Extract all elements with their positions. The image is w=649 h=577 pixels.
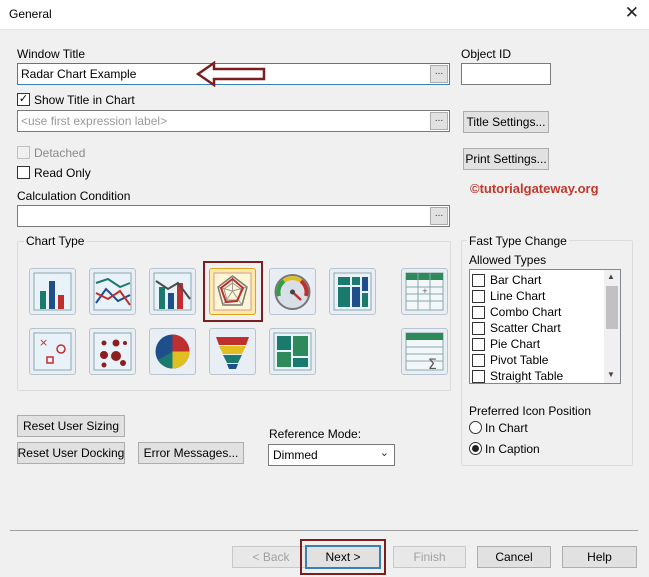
pie-chart-icon[interactable] (149, 328, 196, 375)
list-item-checkbox[interactable] (472, 321, 485, 335)
show-title-label: Show Title in Chart (34, 93, 135, 107)
gauge-chart-icon[interactable] (269, 268, 316, 315)
reference-mode-value: Dimmed (273, 448, 318, 462)
preferred-icon-position-label: Preferred Icon Position (469, 404, 592, 418)
title-expression-input[interactable]: <use first expression label> (17, 110, 450, 132)
read-only-checkbox[interactable] (17, 166, 30, 179)
list-item[interactable]: Straight Table (472, 368, 563, 384)
in-chart-radio[interactable] (469, 421, 482, 434)
bar-chart-icon[interactable] (29, 268, 76, 315)
allowed-types-list[interactable]: Bar Chart Line Chart Combo Chart Scatter… (469, 269, 621, 384)
finish-button[interactable]: Finish (393, 546, 466, 568)
list-item[interactable]: Pivot Table (472, 352, 548, 368)
straight-table-icon[interactable]: Σ (401, 328, 448, 375)
list-item-label: Pivot Table (490, 353, 549, 367)
reset-user-docking-button[interactable]: Reset User Docking (17, 442, 125, 464)
cancel-button[interactable]: Cancel (477, 546, 551, 568)
window-title-expression-button[interactable]: ... (430, 65, 448, 83)
title-settings-button[interactable]: Title Settings... (463, 111, 549, 133)
object-id-label: Object ID (461, 47, 512, 61)
funnel-chart-icon[interactable] (209, 328, 256, 375)
scroll-thumb[interactable] (606, 286, 618, 329)
help-button[interactable]: Help (562, 546, 637, 568)
fast-type-change-label: Fast Type Change (467, 234, 569, 248)
in-caption-radio[interactable] (469, 442, 482, 455)
radar-chart-icon[interactable] (209, 268, 256, 315)
chevron-down-icon[interactable]: ⌄ (380, 446, 389, 459)
calc-condition-button[interactable]: ... (430, 207, 448, 225)
list-item-label: Scatter Chart (490, 321, 561, 335)
radio-selected-dot (472, 445, 479, 452)
allowed-types-label: Allowed Types (469, 253, 547, 267)
error-messages-button[interactable]: Error Messages... (138, 442, 244, 464)
dialog-title-bar: General ✕ (0, 0, 649, 30)
list-item-checkbox[interactable] (472, 353, 485, 367)
object-id-input[interactable] (461, 63, 551, 85)
list-item[interactable]: Scatter Chart (472, 320, 561, 336)
list-item-checkbox[interactable] (472, 369, 485, 383)
list-item-label: Line Chart (490, 289, 546, 303)
window-title-label: Window Title (17, 47, 86, 61)
print-settings-button[interactable]: Print Settings... (463, 148, 549, 170)
line-chart-icon[interactable] (89, 268, 136, 315)
list-item-label: Straight Table (490, 369, 564, 383)
list-item[interactable]: Pie Chart (472, 336, 540, 352)
window-title-value: Radar Chart Example (21, 67, 137, 81)
list-item-label: Pie Chart (490, 337, 541, 351)
scroll-up-icon[interactable]: ▲ (607, 272, 615, 281)
list-item[interactable]: Line Chart (472, 288, 545, 304)
block-chart-icon[interactable] (329, 268, 376, 315)
next-button[interactable]: Next > (305, 545, 381, 569)
list-item[interactable]: Combo Chart (472, 304, 561, 320)
pivot-table-icon[interactable]: + (401, 268, 448, 315)
in-chart-label: In Chart (485, 421, 528, 435)
read-only-label: Read Only (34, 166, 91, 180)
close-icon[interactable]: ✕ (625, 4, 639, 22)
in-caption-label: In Caption (485, 442, 540, 456)
back-button[interactable]: < Back (232, 546, 310, 568)
title-expression-button[interactable]: ... (430, 112, 448, 130)
chart-type-label: Chart Type (24, 234, 87, 248)
detached-checkbox[interactable] (17, 146, 30, 159)
list-item-label: Combo Chart (490, 305, 562, 319)
dialog-title: General (9, 7, 52, 21)
reference-mode-label: Reference Mode: (269, 427, 362, 441)
scroll-down-icon[interactable]: ▼ (607, 370, 615, 379)
svg-text:Σ: Σ (428, 357, 437, 373)
show-title-checkbox[interactable]: ✓ (17, 93, 30, 106)
svg-text:+: + (422, 287, 428, 295)
title-expression-placeholder: <use first expression label> (21, 114, 168, 128)
detached-label: Detached (34, 146, 86, 160)
footer-separator (10, 530, 638, 531)
mekko-chart-icon[interactable] (269, 328, 316, 375)
grid-chart-icon[interactable] (89, 328, 136, 375)
reset-user-sizing-button[interactable]: Reset User Sizing (17, 415, 125, 437)
scatter-chart-icon[interactable]: × (29, 328, 76, 375)
combo-chart-icon[interactable] (149, 268, 196, 315)
calc-condition-label: Calculation Condition (17, 189, 131, 203)
list-item[interactable]: Bar Chart (472, 272, 541, 288)
svg-text:×: × (39, 336, 48, 349)
list-item-checkbox[interactable] (472, 273, 485, 287)
watermark-text: ©tutorialgateway.org (470, 181, 599, 196)
list-item-label: Bar Chart (490, 273, 542, 287)
list-item-checkbox[interactable] (472, 289, 485, 303)
list-item-checkbox[interactable] (472, 305, 485, 319)
list-item-checkbox[interactable] (472, 337, 485, 351)
annotation-arrow (196, 61, 266, 87)
calc-condition-input[interactable] (17, 205, 450, 227)
list-scrollbar[interactable]: ▲ ▼ (604, 270, 620, 383)
reference-mode-select[interactable]: Dimmed ⌄ (268, 444, 395, 466)
